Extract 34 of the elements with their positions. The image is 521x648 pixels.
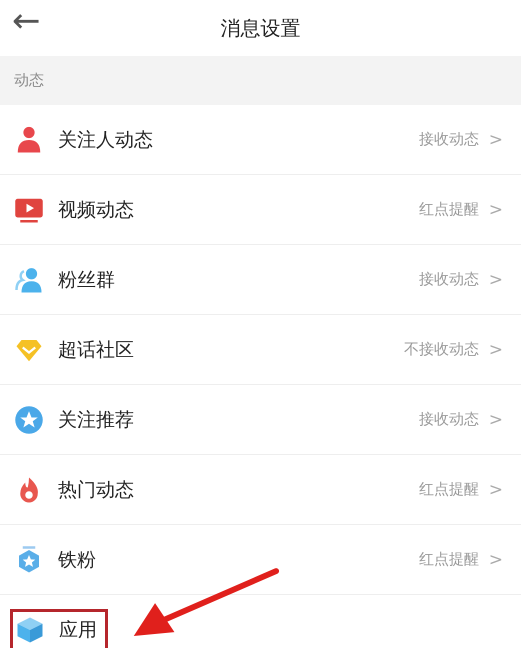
setting-value: 红点提醒 <box>418 550 479 569</box>
setting-label: 关注人动态 <box>58 128 153 152</box>
page-title: 消息设置 <box>220 14 300 42</box>
setting-value: 不接收动态 <box>404 340 479 359</box>
settings-row[interactable]: 粉丝群 接收动态 > <box>0 245 521 315</box>
settings-row[interactable]: 视频动态 红点提醒 > <box>0 175 521 245</box>
setting-value: 红点提醒 <box>418 480 479 499</box>
chevron-icon: > <box>488 340 503 360</box>
setting-value: 接收动态 <box>418 130 479 149</box>
chevron-icon: > <box>488 130 503 150</box>
setting-label: 视频动态 <box>58 198 134 222</box>
settings-row[interactable]: 关注人动态 接收动态 > <box>0 105 521 175</box>
chevron-icon: > <box>488 480 503 500</box>
chevron-icon: > <box>488 410 503 430</box>
settings-row[interactable]: 热门动态 红点提醒 > <box>0 455 521 525</box>
chevron-icon: > <box>488 550 503 570</box>
setting-value: 红点提醒 <box>418 200 479 219</box>
setting-label: 应用 <box>59 618 97 642</box>
chevron-icon: > <box>488 270 503 290</box>
setting-label: 粉丝群 <box>58 268 115 292</box>
section-title: 动态 <box>14 71 44 90</box>
cube-icon <box>15 614 45 644</box>
settings-row[interactable]: 关注推荐 接收动态 > <box>0 385 521 455</box>
chevron-icon: > <box>488 200 503 220</box>
setting-label: 铁粉 <box>58 548 96 572</box>
settings-row[interactable]: 铁粉 红点提醒 > <box>0 525 521 595</box>
setting-label: 关注推荐 <box>58 408 134 432</box>
back-button[interactable]: ← <box>12 4 40 38</box>
settings-row[interactable]: 超话社区 不接收动态 > <box>0 315 521 385</box>
setting-label: 热门动态 <box>58 478 134 502</box>
star-badge-icon <box>14 404 44 434</box>
setting-label: 超话社区 <box>58 338 134 362</box>
setting-value: 接收动态 <box>418 410 479 429</box>
setting-value: 接收动态 <box>418 270 479 289</box>
